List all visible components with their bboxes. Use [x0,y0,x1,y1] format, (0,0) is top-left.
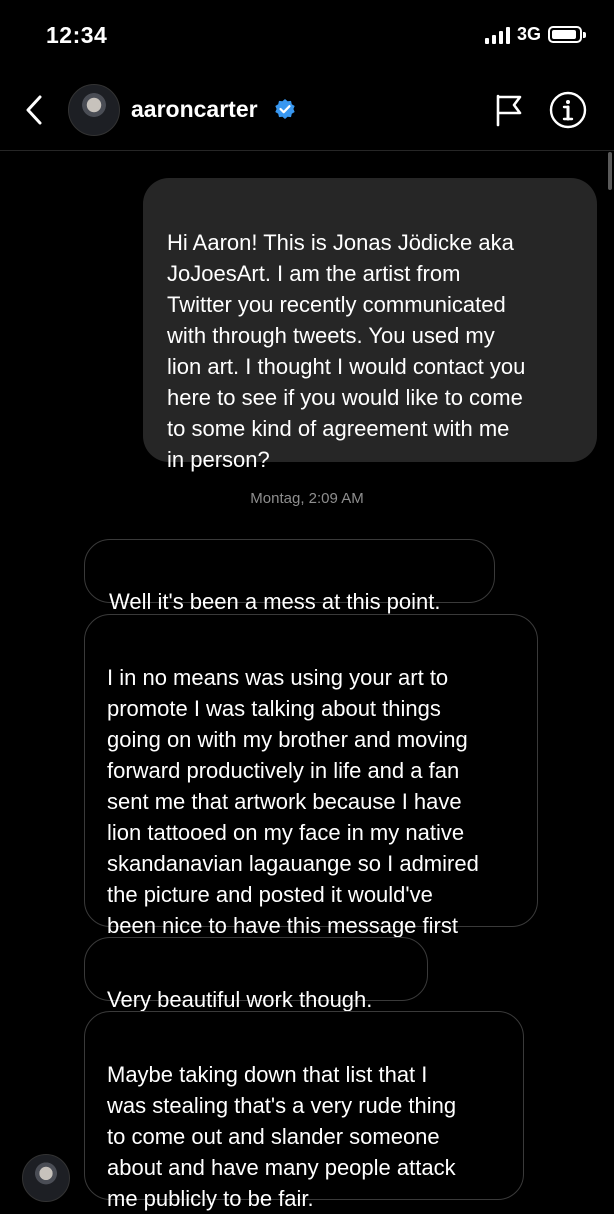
status-indicators: 3G [484,24,586,45]
status-bar: 12:34 3G [0,0,614,72]
status-time: 12:34 [46,22,108,48]
info-icon[interactable] [549,91,587,129]
message-timestamp: Montag, 2:09 AM [250,490,364,507]
message-text: Very beautiful work though. [107,987,373,1012]
message-text: I in no means was using your art to prom… [107,665,479,938]
network-type: 3G [516,24,541,44]
verified-badge-icon [275,99,295,119]
chat-username[interactable]: aaroncarter [131,96,258,123]
scrollbar[interactable] [608,152,612,190]
message-text: Well it's been a mess at this point. [109,589,441,614]
chevron-left-icon[interactable] [20,92,48,128]
signal-icon [484,26,510,44]
battery-icon [548,26,586,43]
flag-icon[interactable] [494,93,524,127]
message-text: Hi Aaron! This is Jonas Jödicke aka JoJo… [167,230,526,472]
message-bubble-sent[interactable]: Hi Aaron! This is Jonas Jödicke aka JoJo… [143,178,597,472]
message-bubble-received[interactable]: Well it's been a mess at this point. [84,539,495,614]
message-bubble-received[interactable]: I in no means was using your art to prom… [84,614,538,938]
sender-avatar[interactable] [22,1154,70,1202]
chat-header: aaroncarter [0,72,614,151]
message-bubble-received[interactable]: Very beautiful work though. [84,937,428,1012]
message-bubble-received[interactable]: Maybe taking down that list that I was s… [84,1011,524,1211]
avatar[interactable] [68,84,120,136]
message-text: Maybe taking down that list that I was s… [107,1062,457,1211]
